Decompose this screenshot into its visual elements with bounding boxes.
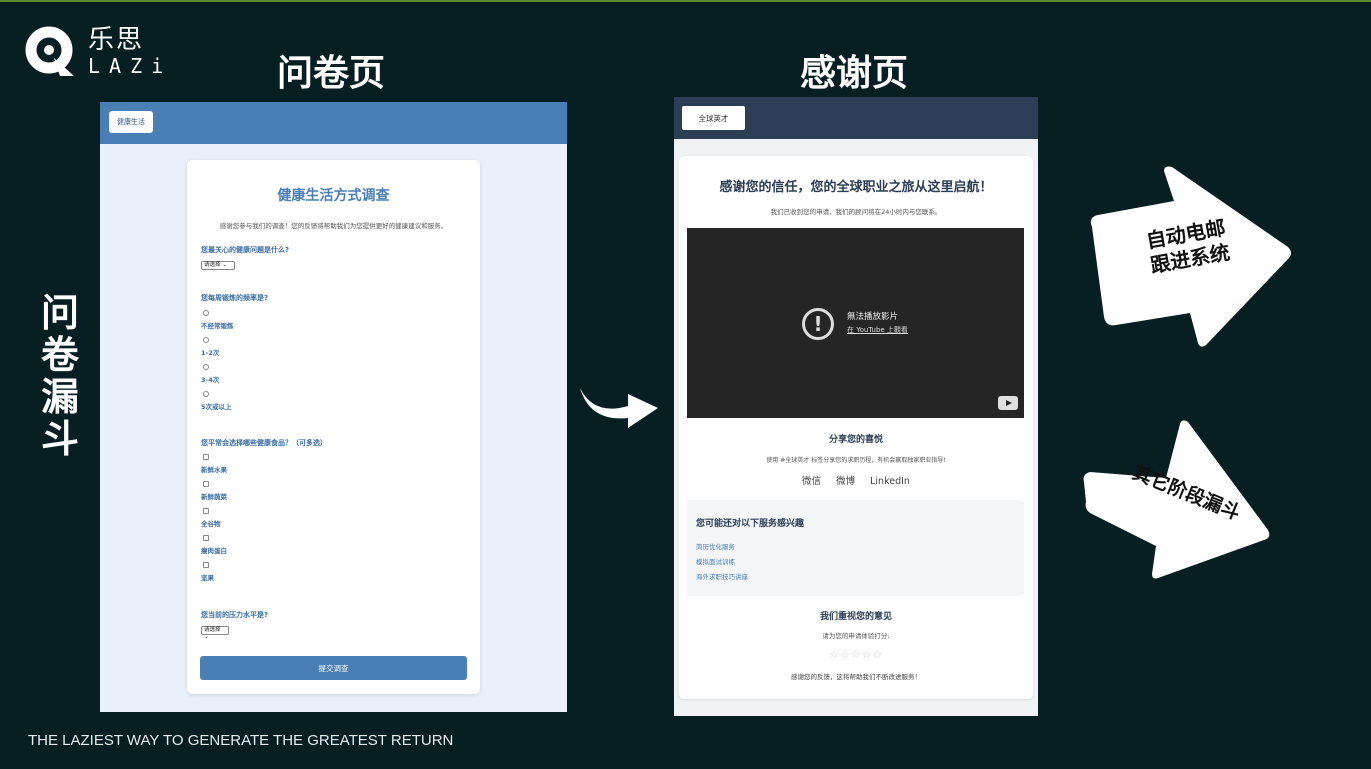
thanks-header: 全球英才 bbox=[674, 97, 1038, 139]
services-heading: 您可能还对以下服务感兴趣 bbox=[696, 519, 805, 529]
question-4-select[interactable]: 请选择 ⌄ bbox=[201, 626, 229, 640]
checkbox-option-label: 新鲜蔬菜 bbox=[201, 493, 227, 501]
radio-button[interactable] bbox=[203, 391, 209, 397]
service-link[interactable]: 海外求职技巧讲座 bbox=[696, 571, 748, 581]
watch-on-youtube-link[interactable]: 在 YouTube 上觀看 bbox=[847, 325, 908, 335]
survey-page-screenshot: 健康生活 健康生活方式调查 感谢您参与我们的调查！您的反馈将帮助我们为您提供更好… bbox=[100, 102, 567, 712]
funnel-vertical-title: 问卷漏斗 bbox=[40, 291, 79, 461]
radio-option-label: 不经常锻炼 bbox=[201, 322, 234, 330]
radio-option-label: 5次或以上 bbox=[201, 403, 232, 411]
question-3-label: 您平常会选择哪些健康食品？（可多选） bbox=[201, 439, 327, 447]
brand-name-en: LAZi bbox=[88, 53, 173, 78]
footer-slogan: THE LAZIEST WAY TO GENERATE THE GREATEST… bbox=[28, 732, 454, 749]
share-text: 使用 #全球英才 标签分享您的求职历程，有机会赢取独家职业指导! bbox=[766, 457, 946, 464]
question-2-label: 您每周锻炼的频率是? bbox=[201, 294, 269, 302]
checkbox-option-label: 新鲜水果 bbox=[201, 466, 227, 474]
feedback-prompt: 请为您的申请体验打分: bbox=[822, 632, 890, 640]
question-1-label: 您最关心的健康问题是什么? bbox=[201, 246, 290, 254]
thanks-home-button[interactable]: 全球英才 bbox=[682, 106, 745, 130]
services-box: 您可能还对以下服务感兴趣 简历优化服务 模拟面试训练 海外求职技巧讲座 bbox=[687, 500, 1024, 596]
thanks-card: 感谢您的信任，您的全球职业之旅从这里启航！ 我们已收到您的申请，我们的顾问将在2… bbox=[679, 156, 1033, 699]
radio-option-label: 1-2次 bbox=[201, 349, 220, 357]
survey-intro: 感谢您参与我们的调查！您的反馈将帮助我们为您提供更好的健康建议和服务。 bbox=[219, 222, 448, 230]
thanks-subtitle: 我们已收到您的申请，我们的顾问将在24小时内与您联系。 bbox=[770, 208, 942, 216]
checkbox[interactable] bbox=[203, 508, 209, 514]
radio-option-label: 3-4次 bbox=[201, 376, 220, 384]
star-rating[interactable]: ☆☆☆☆☆ bbox=[679, 648, 1033, 661]
checkbox-option-label: 瘦肉蛋白 bbox=[201, 547, 227, 555]
question-4-select-value: 请选择 bbox=[204, 627, 221, 633]
checkbox[interactable] bbox=[203, 454, 209, 460]
share-heading: 分享您的喜悦 bbox=[828, 435, 883, 445]
checkbox[interactable] bbox=[203, 562, 209, 568]
share-wechat-link[interactable]: 微信 bbox=[802, 476, 821, 487]
youtube-icon[interactable] bbox=[998, 396, 1018, 410]
service-link[interactable]: 简历优化服务 bbox=[696, 541, 735, 551]
survey-home-button[interactable]: 健康生活 bbox=[109, 111, 153, 133]
survey-title: 健康生活方式调查 bbox=[277, 188, 390, 204]
question-1-select[interactable]: 请选择 ⌄ bbox=[201, 261, 235, 270]
submit-survey-button[interactable]: 提交调查 bbox=[200, 656, 467, 680]
question-1-select-value: 请选择 bbox=[204, 262, 221, 268]
warning-icon: ! bbox=[802, 308, 834, 340]
embedded-video-player[interactable]: ! 無法播放影片 在 YouTube 上觀看 bbox=[687, 228, 1024, 418]
survey-form-card: 健康生活方式调查 感谢您参与我们的调查！您的反馈将帮助我们为您提供更好的健康建议… bbox=[187, 160, 480, 694]
checkbox-option-label: 坚果 bbox=[201, 574, 214, 582]
radio-button[interactable] bbox=[203, 310, 209, 316]
feedback-heading: 我们重视您的意见 bbox=[819, 612, 892, 622]
service-link[interactable]: 模拟面试训练 bbox=[696, 556, 735, 566]
video-error-message: 無法播放影片 bbox=[847, 312, 899, 322]
radio-button[interactable] bbox=[203, 364, 209, 370]
radio-button[interactable] bbox=[203, 337, 209, 343]
logo-q-icon bbox=[24, 24, 78, 78]
share-links: 微信 微博 LinkedIn bbox=[679, 473, 1033, 487]
question-4-label: 您当前的压力水平是? bbox=[201, 611, 269, 619]
checkbox-option-label: 全谷物 bbox=[201, 520, 221, 528]
thanks-page-screenshot: 全球英才 感谢您的信任，您的全球职业之旅从这里启航！ 我们已收到您的申请，我们的… bbox=[674, 97, 1038, 716]
share-weibo-link[interactable]: 微博 bbox=[836, 476, 855, 487]
feedback-thanks: 感谢您的反馈，这将帮助我们不断改进服务！ bbox=[791, 673, 921, 681]
checkbox[interactable] bbox=[203, 535, 209, 541]
brand-name-cn: 乐思 bbox=[88, 24, 145, 55]
thanks-title: 感谢您的信任，您的全球职业之旅从这里启航！ bbox=[719, 180, 993, 195]
share-linkedin-link[interactable]: LinkedIn bbox=[870, 476, 910, 487]
survey-header: 健康生活 bbox=[100, 102, 567, 144]
top-accent-line bbox=[0, 0, 1371, 2]
checkbox[interactable] bbox=[203, 481, 209, 487]
survey-section-title: 问卷页 bbox=[277, 53, 386, 94]
thanks-section-title: 感谢页 bbox=[800, 53, 909, 94]
curved-arrow-icon bbox=[580, 388, 658, 428]
brand-logo: 乐思 LAZi bbox=[24, 24, 172, 78]
